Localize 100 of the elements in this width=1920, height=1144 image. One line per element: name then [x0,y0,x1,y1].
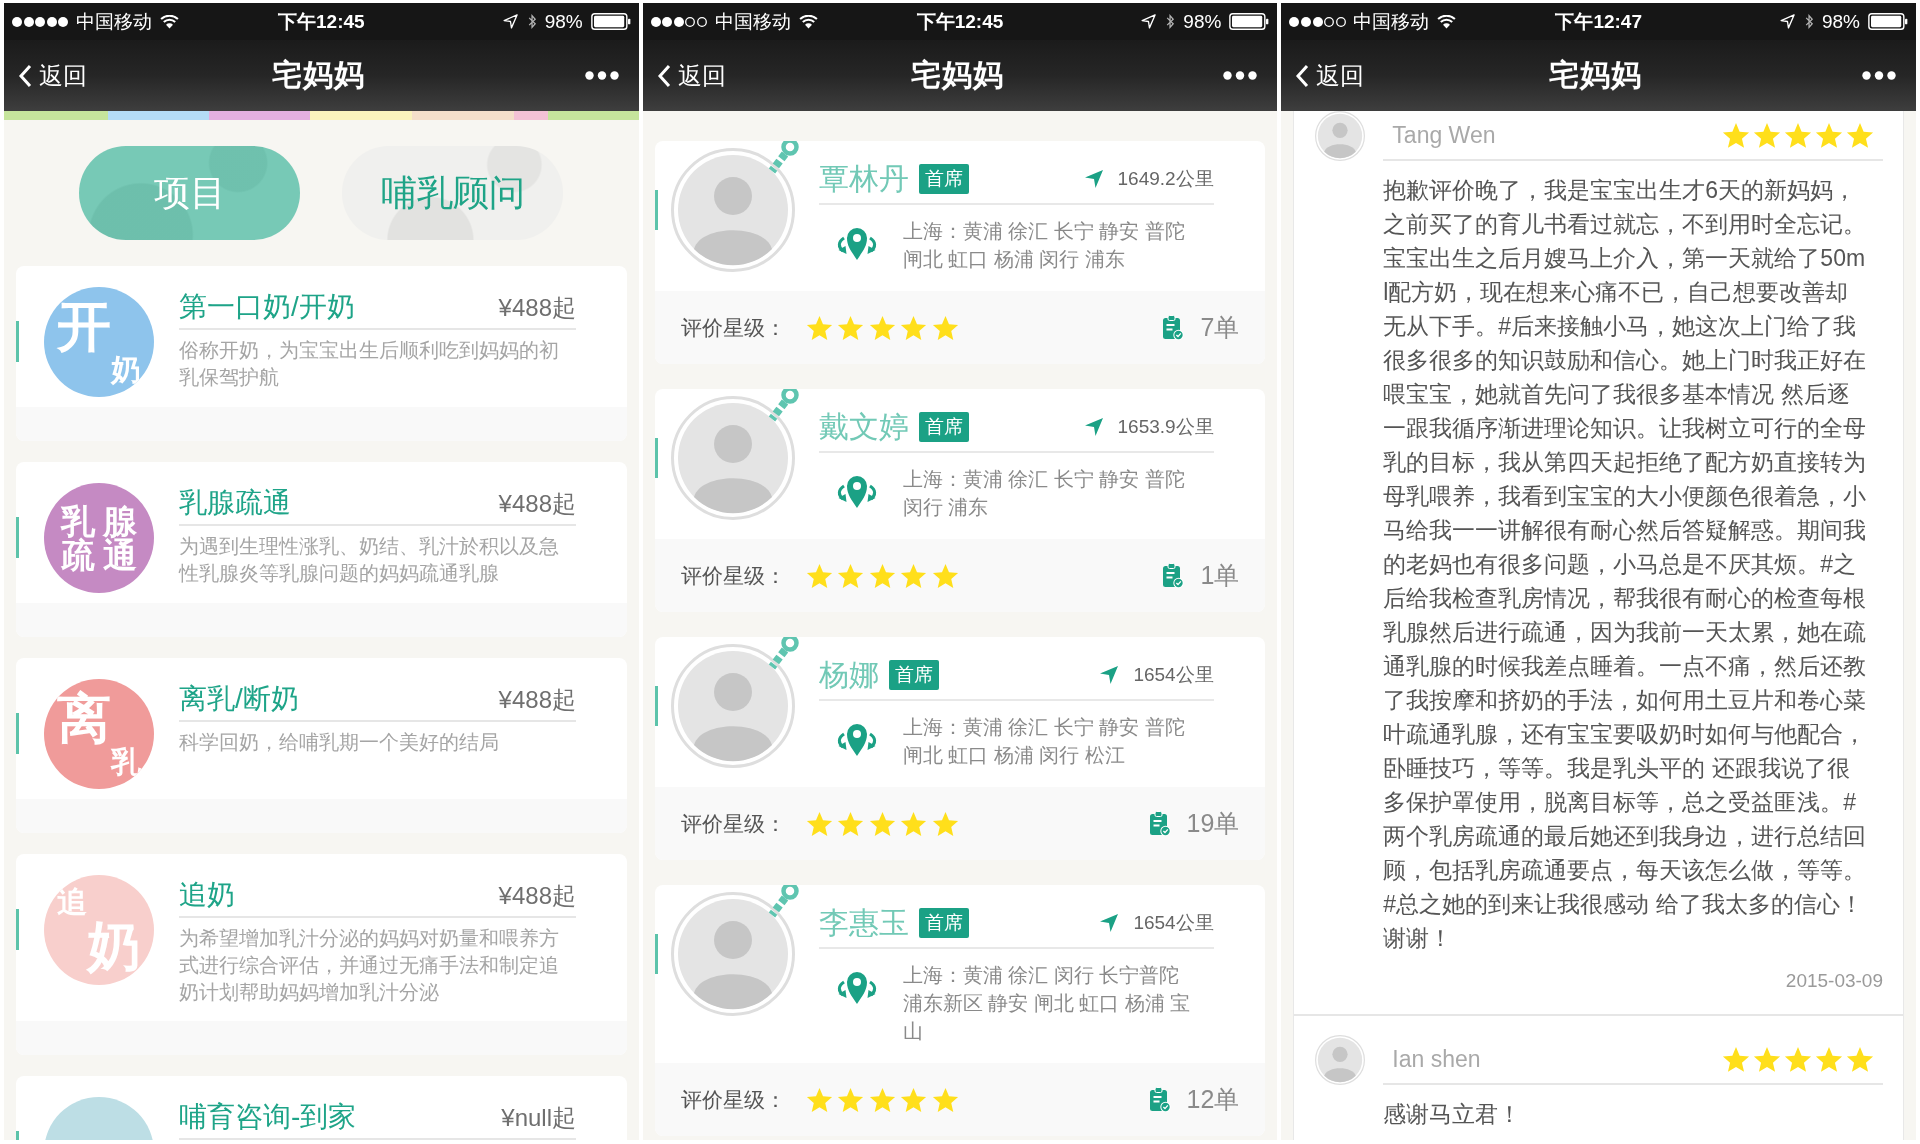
rating-label: 评价星级： [680,562,786,589]
service-area-text: 上海：黄浦 徐汇 长宁 静安 普陀闸北 虹口 杨浦 闵行 松江 [902,715,1186,768]
star-icon [931,314,959,341]
star-icon [1815,1045,1843,1073]
star-icon [1722,121,1750,149]
service-card[interactable]: 开 奶 第一口奶/开奶 ¥488起 俗称开奶，为宝宝出生后顺利吃到妈妈的初乳保驾护航 [16,266,627,441]
review-text: 感谢马立君！ [1383,1100,1523,1129]
status-time: 下午12:47 [1555,9,1642,34]
accent-bar [654,438,658,478]
carrier-name: 中国移动 [714,9,791,34]
bluetooth-icon [527,13,537,30]
star-icon [900,810,928,837]
review-date: 2015-03-09 [1784,969,1883,993]
back-button[interactable]: 返回 [656,59,726,92]
nav-title: 宅妈妈 [1549,57,1643,93]
more-icon[interactable] [584,71,619,80]
service-price: ¥488起 [498,293,576,323]
bluetooth-icon [1805,13,1814,30]
consultant-card[interactable]: 戴文婷 首席 1653.9公里 上海：黄浦 徐汇 长宁 静安 普陀闵行 浦东 评价星级： 1单 [654,389,1266,612]
service-title: 离乳/断奶 [179,682,299,716]
service-price: ¥488起 [498,685,576,715]
avatar-icon [670,644,795,768]
order-count: 7单 [1200,312,1240,343]
avatar-icon [670,148,795,272]
service-area-text: 上海：黄浦 徐汇 闵行 长宁普陀浦东新区 静安 闸北 虹口 杨浦 宝山 [902,963,1192,1044]
logo-text: 腺 [101,504,138,538]
service-description: 科学回奶，给哺乳期一个美好的结局 [179,730,500,755]
logo-text: 离 [57,691,111,745]
avatar-icon [670,396,795,520]
service-description: 俗称开奶，为宝宝出生后顺利吃到妈妈的初乳保驾护航 [179,338,560,390]
star-icon [837,810,865,837]
wifi-icon [159,14,179,29]
service-price: ¥488起 [498,881,576,911]
carrier-name: 中国移动 [1353,9,1430,34]
location-arrow-icon [1083,417,1104,437]
consultant-name: 戴文婷 [818,410,909,444]
title-badge: 首席 [888,660,939,690]
consultant-name: 李惠玉 [818,906,909,940]
distance-text: 1654公里 [1133,911,1214,935]
service-title: 第一口奶/开奶 [179,290,355,324]
location-arrow-icon [1099,913,1120,933]
logo-text: 奶 [111,355,141,385]
status-time: 下午12:45 [278,9,365,34]
logo-text: 乳 [111,747,141,777]
star-icon [931,810,959,837]
logo-text: 开 [57,299,111,353]
accent-bar [654,934,658,974]
service-card[interactable]: 哺育咨询-到家 ¥null起 [16,1076,627,1140]
star-icon [900,314,928,341]
location-arrow-icon [1141,14,1157,29]
star-icon [900,1086,928,1113]
back-button[interactable]: 返回 [18,59,87,92]
service-card[interactable]: 乳 腺 疏 通 乳腺疏通 ¥488起 为遇到生理性涨乳、奶结、乳汁於积以及急性乳腺炎等乳腺问题的妈妈疏通乳腺 [16,462,627,637]
wifi-icon [798,14,818,29]
nav-title: 宅妈妈 [910,57,1004,93]
accent-bar [654,686,658,726]
title-badge: 首席 [918,412,969,442]
title-badge: 首席 [918,908,969,938]
consultant-name: 杨娜 [818,658,879,692]
distance-text: 1654公里 [1133,663,1214,687]
service-price: ¥488起 [498,489,576,519]
accent-bar [16,713,19,754]
star-icon [868,810,896,837]
service-card[interactable]: 离 乳 离乳/断奶 ¥488起 科学回奶，给哺乳期一个美好的结局 [16,658,627,833]
service-area-text: 上海：黄浦 徐汇 长宁 静安 普陀闸北 虹口 杨浦 闵行 浦东 [902,219,1186,272]
review-text: 抱歉评价晚了，我是宝宝出生才6天的新妈妈，之前买了的育儿书看过就忘，不到用时全忘记。宝宝出生之后月嫂马上介入，第一天就给了50ml配方奶，现在想来心痛不已，自己想要改善却无从下手。#后来接触小马，她这次上门给了我很多很多的知识鼓励和信心。她上门时我正好在喂宝宝，她就首先问了我很多基本情况 然后逐一跟我循序渐进理论知识。让我树立可行的全母乳的目标，我从第四天起拒绝了配方奶直接转为母乳喂养，我看到宝宝的大小便颜色很着急，小马给我一一讲解很有耐心然后答疑解惑。期间我的老妈也有很多问题，小马总是不厌其烦。#之后给我检查乳房情况，帮我很有耐心的检查每根乳腺然后进行疏通，因为我前一天太累，她在疏通乳腺的时候我差点睡着。一点不痛，然后还教了我按摩和挤奶的手法，如何用土豆片和卷心菜叶疏通乳腺，还有宝宝要吸奶时如何与他配合，卧睡技巧，等等。我是乳头平的 还跟我说了很多保护罩使用，脱离目标等，总之受益匪浅。#两个乳房疏通的最后她还到我身边，进行总结回顾，包括乳房疏通要点，每天该怎么做，等等。#总之她的到来让我很感动 给了我太多的信心！谢谢！ [1383,176,1868,953]
star-icon [805,314,833,341]
star-icon [1846,1045,1874,1073]
service-description: 为遇到生理性涨乳、奶结、乳汁於积以及急性乳腺炎等乳腺问题的妈妈疏通乳腺 [179,534,560,586]
location-arrow-icon [502,14,518,29]
consultant-card[interactable]: 杨娜 首席 1654公里 上海：黄浦 徐汇 长宁 静安 普陀闸北 虹口 杨浦 闵行 松江 评价星级： 19单 [654,637,1266,860]
consultant-card[interactable]: 李惠玉 首席 1654公里 上海：黄浦 徐汇 闵行 长宁普陀浦东新区 静安 闸北 虹口 杨浦 宝山 评价星级： 12单 [654,885,1266,1136]
avatar-icon [670,892,795,1016]
consultant-name: 覃林丹 [818,162,909,196]
service-title: 乳腺疏通 [179,486,291,520]
back-button[interactable]: 返回 [1295,59,1365,92]
star-icon [837,1086,865,1113]
logo-text: 疏 [61,538,95,572]
location-arrow-icon [1083,169,1104,189]
star-icon [1784,1045,1812,1073]
chevron-left-icon [656,63,671,88]
location-arrow-icon [1780,14,1795,29]
order-count: 1单 [1200,560,1240,591]
star-icon [1846,121,1874,149]
order-count: 19单 [1186,808,1240,839]
star-icon [1753,121,1781,149]
star-icon [1753,1045,1781,1073]
distance-text: 1649.2公里 [1117,167,1214,191]
wifi-icon [1437,14,1457,29]
carrier-name: 中国移动 [75,9,152,34]
more-icon[interactable] [1223,71,1258,80]
avatar-icon [1315,1035,1366,1085]
star-icon [900,562,928,589]
consultant-card[interactable]: 覃林丹 首席 1649.2公里 上海：黄浦 徐汇 长宁 静安 普陀闸北 虹口 杨浦 闵行 浦东 评价星级： 7单 [654,141,1266,364]
bluetooth-icon [1166,13,1176,30]
more-icon[interactable] [1862,71,1897,80]
star-icon [1815,121,1843,149]
clipboard-check-icon [1148,1086,1171,1113]
star-icon [1784,121,1812,149]
clipboard-check-icon [1148,810,1171,837]
